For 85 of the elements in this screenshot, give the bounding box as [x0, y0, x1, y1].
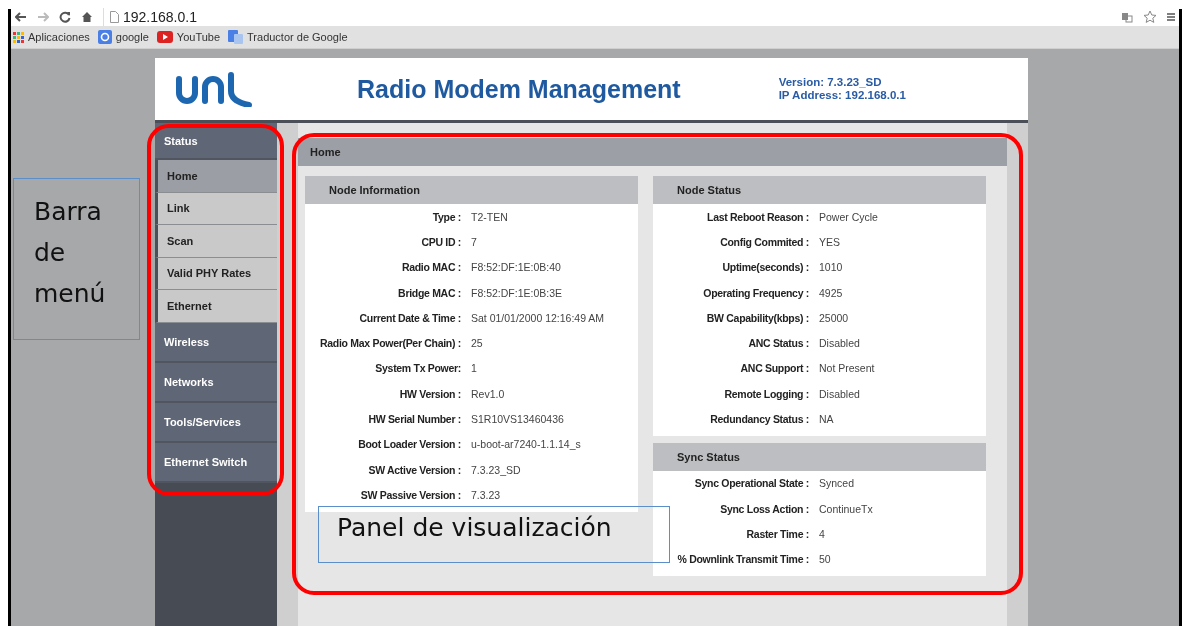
home-icon[interactable] [81, 11, 93, 23]
annotation-label: Panel de visualización [318, 506, 670, 563]
submenu-item[interactable]: Ethernet [155, 290, 277, 323]
field-label: Sync Loss Action : [719, 502, 809, 515]
field-value: 7.3.23 [471, 488, 501, 501]
field-value: Disabled [819, 337, 860, 350]
field-label: Operating Frequency : [702, 286, 809, 299]
field-label: SW Passive Version : [359, 488, 461, 501]
field-label: Bridge MAC : [397, 286, 461, 299]
field-label: Type : [431, 210, 461, 223]
field-value: Sat 01/01/2000 12:16:49 AM [471, 311, 605, 324]
annotation-label: Barra de menú [13, 178, 140, 340]
field-value: Power Cycle [819, 210, 878, 223]
submenu-item[interactable]: Valid PHY Rates [155, 257, 277, 290]
submenu-item[interactable]: Scan [155, 225, 277, 258]
field-label: Config Commited : [719, 235, 809, 248]
panel-header: Node Status [653, 176, 986, 204]
field-value: YES [819, 235, 840, 248]
field-label: ANC Support : [739, 362, 809, 375]
field-value: F8:52:DF:1E:0B:3E [471, 286, 563, 299]
field-value: T2-TEN [471, 210, 508, 223]
field-value: Disabled [819, 387, 860, 400]
field-value: 25000 [819, 311, 849, 324]
page-icon [110, 11, 119, 23]
field-label: HW Version : [398, 387, 461, 400]
field-label: CPU ID : [420, 235, 461, 248]
ip-address-text: IP Address: 192.168.0.1 [778, 89, 906, 102]
field-value: 1010 [819, 261, 843, 274]
page-title: Radio Modem Management [357, 74, 681, 104]
field-value: 7 [471, 235, 477, 248]
panel-header: Node Information [305, 176, 638, 204]
field-value: 1 [471, 362, 477, 375]
section-title-bar: Home [298, 138, 1007, 166]
field-value: 4925 [819, 286, 843, 299]
menu-item[interactable]: Wireless [155, 322, 277, 363]
field-value: 4 [819, 527, 825, 540]
field-label: Last Reboot Reason : [706, 210, 809, 223]
field-value: S1R10VS13460436 [471, 413, 564, 425]
field-label: HW Serial Number : [367, 413, 461, 425]
reload-icon[interactable] [59, 11, 71, 23]
field-value: 50 [819, 553, 831, 566]
field-label: Current Date & Time : [358, 311, 461, 324]
bookmark-link[interactable]: YouTube [156, 31, 221, 43]
field-value: 7.3.23_SD [471, 463, 521, 476]
bookmark-link[interactable]: google [97, 30, 149, 44]
address-field[interactable]: 192.168.0.1 [123, 9, 197, 25]
field-label: System Tx Power: [374, 362, 461, 375]
menu-icon[interactable] [1167, 12, 1175, 22]
field-label: Sync Operational State : [693, 477, 809, 490]
field-label: % Downlink Transmit Time : [676, 553, 809, 566]
field-label: Remote Logging : [723, 387, 809, 400]
bookmark-link[interactable]: Traductor de Google [228, 30, 348, 44]
field-value: 25 [471, 337, 483, 350]
menu-item[interactable]: Networks [155, 362, 277, 403]
translate-page-icon[interactable] [1121, 11, 1133, 23]
field-value: F8:52:DF:1E:0B:40 [471, 261, 561, 274]
apps-icon [13, 31, 24, 43]
field-value: Rev1.0 [471, 387, 505, 400]
back-icon[interactable] [15, 12, 27, 22]
field-label: Uptime(seconds) : [721, 261, 809, 274]
star-icon[interactable] [1143, 10, 1157, 24]
youtube-icon [156, 31, 173, 43]
bookmark-link[interactable]: Aplicaciones [13, 31, 90, 43]
submenu-item[interactable]: Link [155, 192, 277, 225]
field-value: NA [819, 413, 834, 425]
field-label: Boot Loader Version : [357, 438, 461, 451]
field-label: ANC Status : [747, 337, 809, 350]
field-label: SW Active Version : [367, 463, 461, 476]
field-label: Radio MAC : [400, 261, 461, 274]
field-label: Redundancy Status : [709, 413, 809, 425]
field-label: Radio Max Power(Per Chain) : [319, 337, 461, 350]
menu-item[interactable]: Tools/Services [155, 402, 277, 443]
field-label: Raster Time : [745, 527, 809, 540]
version-text: Version: 7.3.23_SD [778, 76, 883, 89]
google-icon [97, 30, 112, 44]
field-label: BW Capability(kbps) : [705, 311, 809, 324]
menu-item[interactable]: Ethernet Switch [155, 442, 277, 483]
field-value: Not Present [819, 362, 875, 375]
submenu-item[interactable]: Home [155, 160, 277, 193]
field-value: ContinueTx [819, 502, 873, 515]
field-value: u-boot-ar7240-1.1.14_s [471, 438, 581, 451]
panel-header: Sync Status [653, 442, 986, 471]
menu-item[interactable]: Status [155, 123, 277, 160]
translate-icon [228, 30, 244, 44]
field-value: Synced [819, 477, 855, 490]
